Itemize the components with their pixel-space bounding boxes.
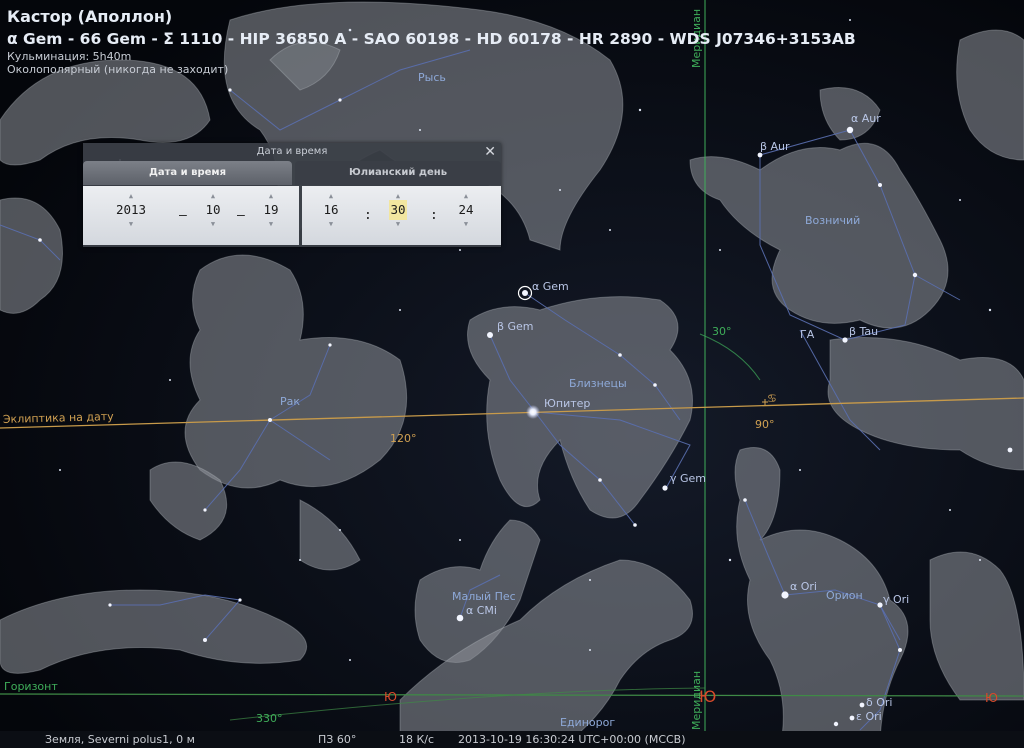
second-spinbox[interactable]: ▲ 24 ▼ xyxy=(446,192,486,228)
date-panel: ▲ 2013 ▼ – ▲ 10 ▼ – ▲ 19 ▼ xyxy=(83,186,299,245)
label-gamma-ori: γ Ori xyxy=(883,593,909,606)
day-spinbox[interactable]: ▲ 19 ▼ xyxy=(251,192,291,228)
minute-spinbox[interactable]: ▲ 30 ▼ xyxy=(378,192,418,228)
label-horizon: Горизонт xyxy=(4,680,58,693)
star-alpha-ori[interactable] xyxy=(781,591,789,599)
label-beta-tau: β Tau xyxy=(849,325,878,338)
day-value[interactable]: 19 xyxy=(251,200,291,220)
label-gamma-gem: γ Gem xyxy=(670,472,706,485)
date-separator: – xyxy=(237,208,245,223)
status-location: Земля, Severni polus1, 0 м xyxy=(45,733,195,746)
second-down-arrow-icon[interactable]: ▼ xyxy=(446,220,486,228)
cardinal-south-center: Ю xyxy=(699,687,716,706)
hour-value[interactable]: 16 xyxy=(311,200,351,220)
status-bar: Земля, Severni polus1, 0 м ПЗ 60° 18 К/с… xyxy=(0,731,1024,748)
year-up-arrow-icon[interactable]: ▲ xyxy=(111,192,151,200)
solstice-symbol: ♋ xyxy=(767,392,777,405)
label-monoceros: Единорог xyxy=(560,716,615,729)
month-value[interactable]: 10 xyxy=(193,200,233,220)
date-time-dialog: Дата и время ✕ Дата и время Юлианский де… xyxy=(83,143,501,247)
label-beta-aur: β Aur xyxy=(760,140,790,153)
label-orion: Орион xyxy=(826,589,863,602)
month-up-arrow-icon[interactable]: ▲ xyxy=(193,192,233,200)
object-culmination: Кульминация: 5h40m xyxy=(7,50,132,63)
label-deg-30: 30° xyxy=(712,325,732,338)
status-fov: ПЗ 60° xyxy=(318,733,357,746)
close-icon[interactable]: ✕ xyxy=(484,144,496,160)
star-beta-gem[interactable] xyxy=(487,332,493,338)
label-deg-90: 90° xyxy=(755,418,775,431)
tab-julian-day[interactable]: Юлианский день xyxy=(295,161,501,185)
tab-date-time[interactable]: Дата и время xyxy=(83,161,292,185)
planet-jupiter[interactable] xyxy=(526,405,540,419)
date-separator: – xyxy=(179,208,187,223)
star-gamma-ori[interactable] xyxy=(877,602,883,608)
dialog-title: Дата и время xyxy=(256,146,328,157)
star-delta-ori[interactable] xyxy=(859,702,865,708)
time-separator: : xyxy=(364,208,372,223)
star-beta-aur[interactable] xyxy=(757,152,763,158)
star-alpha-cmi[interactable] xyxy=(456,614,464,622)
hour-down-arrow-icon[interactable]: ▼ xyxy=(311,220,351,228)
label-delta-ori: δ Ori xyxy=(866,696,892,709)
second-up-arrow-icon[interactable]: ▲ xyxy=(446,192,486,200)
day-down-arrow-icon[interactable]: ▼ xyxy=(251,220,291,228)
label-ga: ГА xyxy=(800,328,815,341)
label-cancer: Рак xyxy=(280,395,300,408)
object-name: Кастор (Аполлон) xyxy=(7,7,173,26)
label-alpha-ori: α Ori xyxy=(790,580,817,593)
day-up-arrow-icon[interactable]: ▲ xyxy=(251,192,291,200)
hour-spinbox[interactable]: ▲ 16 ▼ xyxy=(311,192,351,228)
label-alpha-cmi: α CMi xyxy=(466,604,497,617)
star-alpha-aur[interactable] xyxy=(846,126,854,134)
object-designations: α Gem - 66 Gem - Σ 1110 - HIP 36850 A - … xyxy=(7,30,856,48)
status-datetime: 2013-10-19 16:30:24 UTC+00:00 (MCCB) xyxy=(458,733,686,746)
minute-up-arrow-icon[interactable]: ▲ xyxy=(378,192,418,200)
star-epsilon-ori[interactable] xyxy=(849,715,855,721)
year-down-arrow-icon[interactable]: ▼ xyxy=(111,220,151,228)
star-beta-tau[interactable] xyxy=(842,337,848,343)
label-beta-gem: β Gem xyxy=(497,320,534,333)
cardinal-south-right: Ю xyxy=(985,691,998,705)
label-deg-120: 120° xyxy=(390,432,417,445)
status-fps: 18 К/с xyxy=(399,733,435,746)
label-alpha-aur: α Aur xyxy=(851,112,881,125)
month-spinbox[interactable]: ▲ 10 ▼ xyxy=(193,192,233,228)
label-gemini: Близнецы xyxy=(569,377,627,390)
label-auriga: Возничий xyxy=(805,214,860,227)
label-canis-minor: Малый Пес xyxy=(452,590,516,603)
label-jupiter: Юпитер xyxy=(544,397,590,410)
sky-view[interactable]: Рысь Возничий Близнецы Рак Малый Пес Ори… xyxy=(0,0,1024,748)
object-circumpolar: Околополярный (никогда не заходит) xyxy=(7,63,229,76)
star-orion-belt[interactable] xyxy=(833,721,839,727)
label-epsilon-ori: ε Ori xyxy=(856,710,882,723)
minute-value[interactable]: 30 xyxy=(389,200,407,220)
month-down-arrow-icon[interactable]: ▼ xyxy=(193,220,233,228)
time-separator: : xyxy=(430,208,438,223)
label-alpha-gem: α Gem xyxy=(532,280,569,293)
year-spinbox[interactable]: ▲ 2013 ▼ xyxy=(111,192,151,228)
hour-up-arrow-icon[interactable]: ▲ xyxy=(311,192,351,200)
star-alpha-gem[interactable] xyxy=(522,290,528,296)
star-gamma-gem[interactable] xyxy=(662,485,668,491)
cardinal-south-left: Ю xyxy=(384,690,397,704)
second-value[interactable]: 24 xyxy=(446,200,486,220)
label-deg-330: 330° xyxy=(256,712,283,725)
time-panel: ▲ 16 ▼ : ▲ 30 ▼ : ▲ 24 ▼ xyxy=(302,186,501,245)
minute-down-arrow-icon[interactable]: ▼ xyxy=(378,220,418,228)
year-value[interactable]: 2013 xyxy=(111,200,151,220)
object-info-panel: Кастор (Аполлон) α Gem - 66 Gem - Σ 1110… xyxy=(7,6,856,76)
